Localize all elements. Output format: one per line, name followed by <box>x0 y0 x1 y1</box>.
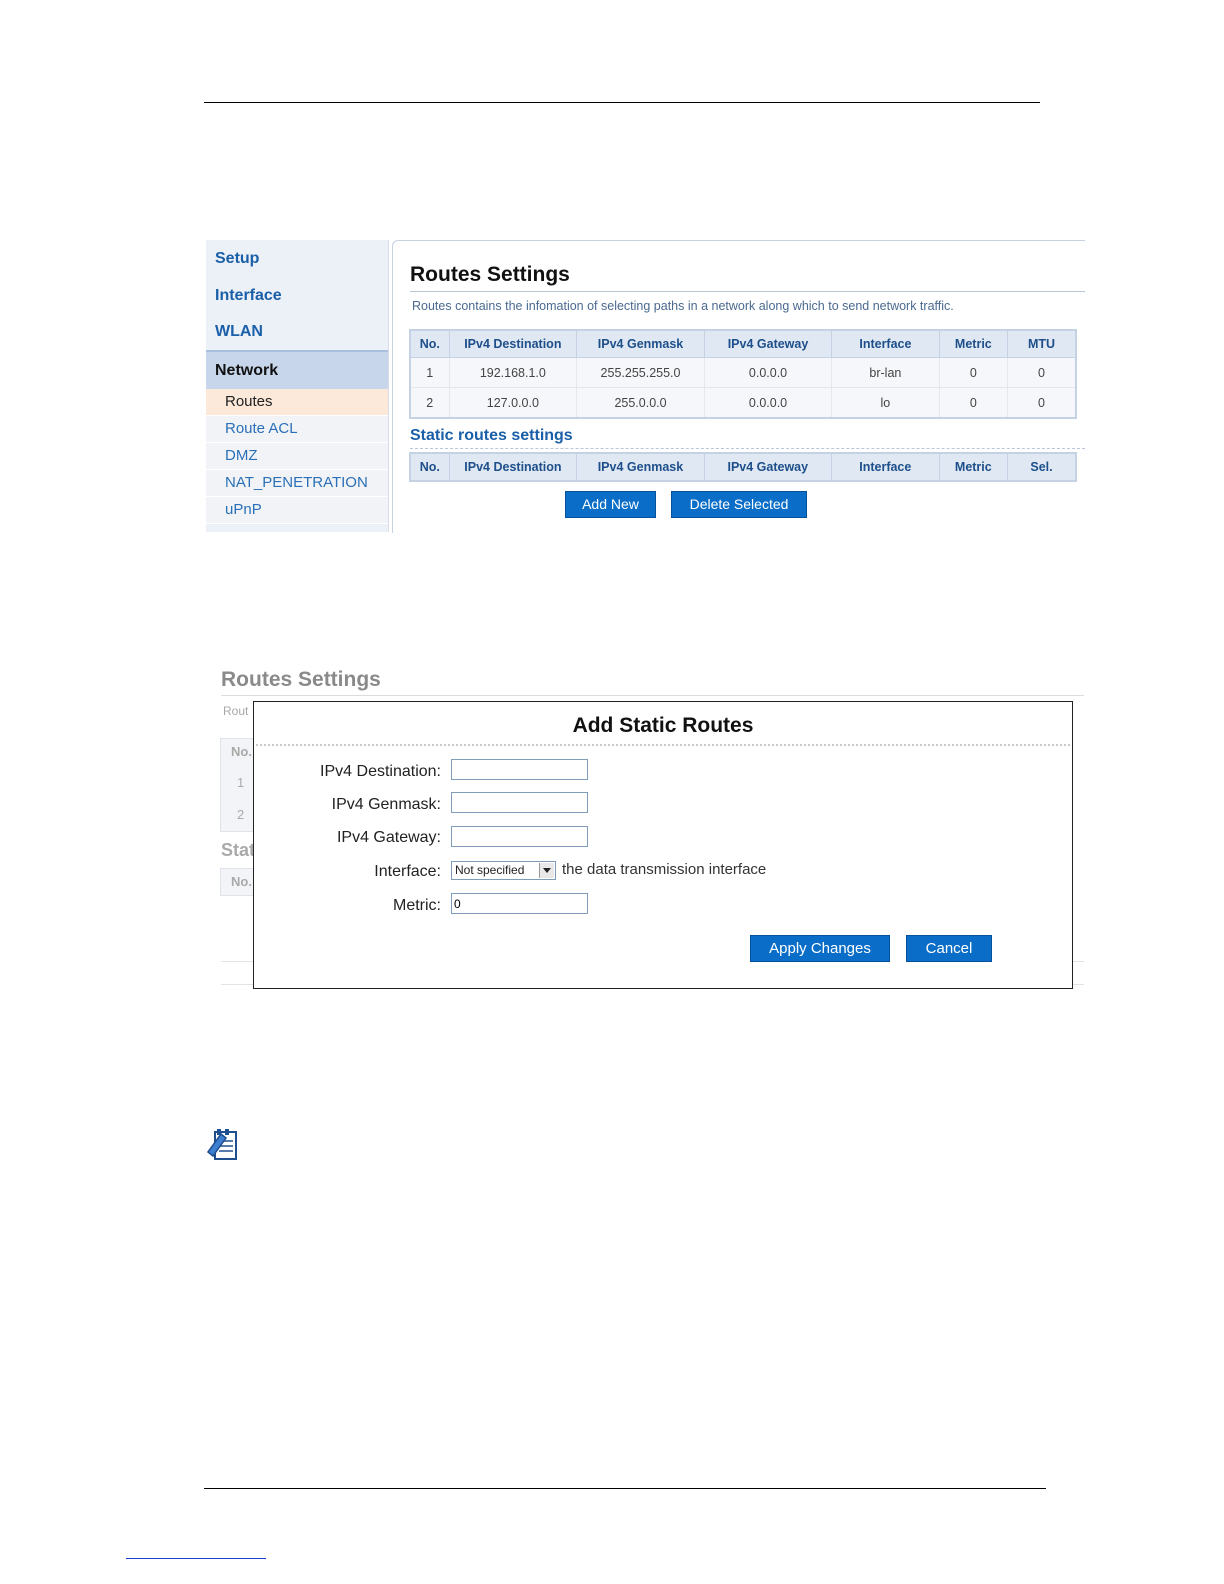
interface-selected-value: Not specified <box>455 863 525 877</box>
sidebar-item-label: Route ACL <box>225 420 298 437</box>
page-title: Routes Settings <box>410 263 570 286</box>
table-cell: 255.255.255.0 <box>576 357 705 388</box>
column-header: IPv4 Destination <box>448 329 578 358</box>
gateway-label: IPv4 Gateway: <box>336 829 441 846</box>
table-cell: 0.0.0.0 <box>704 387 833 419</box>
interface-hint: the data transmission interface <box>562 861 767 878</box>
static-routes-title: Static routes settings <box>410 427 573 444</box>
column-header: IPv4 Gateway <box>703 452 832 482</box>
table-cell: 1 <box>410 357 450 388</box>
column-header: IPv4 Genmask <box>576 452 705 482</box>
table-cell: 127.0.0.0 <box>449 387 578 419</box>
table-row: 1 192.168.1.0 255.255.255.0 0.0.0.0 br-l… <box>410 357 1077 388</box>
page-description: Routes contains the infomation of select… <box>412 299 954 313</box>
metric-input[interactable] <box>451 893 588 914</box>
metric-label: Metric: <box>393 897 441 914</box>
table-cell: 192.168.1.0 <box>449 357 578 388</box>
destination-input[interactable] <box>451 759 588 780</box>
add-static-routes-screenshot: Routes Settings Rout No. 1 2 Stat No. Ad… <box>206 664 1084 990</box>
chevron-down-icon[interactable] <box>539 863 554 878</box>
background-page-title: Routes Settings <box>221 668 381 691</box>
sidebar-item-network[interactable]: Network <box>206 350 388 391</box>
sidebar-item-label: NAT_PENETRATION <box>225 474 368 491</box>
column-header: Metric <box>938 452 1008 482</box>
static-routes-table: No. IPv4 Destination IPv4 Genmask IPv4 G… <box>409 452 1077 482</box>
add-static-routes-dialog: Add Static Routes IPv4 Destination: IPv4… <box>253 701 1073 989</box>
static-divider <box>410 448 1085 449</box>
column-header: MTU <box>1006 329 1077 358</box>
gateway-input[interactable] <box>451 826 588 847</box>
column-header: No. <box>409 452 450 482</box>
footer-link-underline <box>126 1558 266 1559</box>
table-cell: 0.0.0.0 <box>704 357 833 388</box>
sidebar-item-label: Routes <box>225 393 273 410</box>
routes-table: No. IPv4 Destination IPv4 Genmask IPv4 G… <box>409 329 1077 419</box>
interface-label: Interface: <box>374 863 441 880</box>
table-cell: 0 <box>1007 387 1077 419</box>
background-divider <box>221 695 1084 696</box>
column-header: Interface <box>831 329 940 358</box>
sidebar: Setup Interface WLAN Network Routes Rout… <box>206 240 389 532</box>
sidebar-item-label: Network <box>215 362 279 379</box>
genmask-input[interactable] <box>451 792 588 813</box>
dialog-title: Add Static Routes <box>572 714 754 737</box>
sidebar-item-interface[interactable]: Interface <box>215 287 282 305</box>
column-header: IPv4 Genmask <box>576 329 705 358</box>
sidebar-item-label: uPnP <box>225 501 262 518</box>
routes-settings-screenshot: Setup Interface WLAN Network Routes Rout… <box>206 240 1085 533</box>
interface-select[interactable]: Not specified <box>451 861 556 880</box>
title-divider <box>410 291 1085 292</box>
background-row-number: 2 <box>237 807 245 822</box>
add-new-button[interactable]: Add New <box>565 491 656 518</box>
background-table-header: No. <box>231 744 252 759</box>
table-cell: 0 <box>1007 357 1077 388</box>
routes-panel: Routes Settings Routes contains the info… <box>392 240 1085 533</box>
sidebar-item-dmz[interactable]: DMZ <box>206 443 388 470</box>
footer-rule <box>204 1488 1046 1489</box>
sidebar-item-wlan[interactable]: WLAN <box>215 323 263 341</box>
sidebar-item-label: DMZ <box>225 447 258 464</box>
destination-label: IPv4 Destination: <box>320 763 441 780</box>
column-header: Sel. <box>1006 452 1077 482</box>
table-cell: 0 <box>939 387 1008 419</box>
table-cell: 0 <box>939 357 1008 388</box>
table-header-row: No. IPv4 Destination IPv4 Genmask IPv4 G… <box>409 452 1077 482</box>
table-row: 2 127.0.0.0 255.0.0.0 0.0.0.0 lo 0 0 <box>410 387 1077 419</box>
sidebar-item-upnp[interactable]: uPnP <box>206 497 388 524</box>
column-header: Interface <box>830 452 940 482</box>
header-rule <box>204 102 1040 103</box>
apply-changes-button[interactable]: Apply Changes <box>750 935 890 962</box>
background-row-number: 1 <box>237 775 245 790</box>
sidebar-item-setup[interactable]: Setup <box>215 250 259 268</box>
sidebar-item-routes[interactable]: Routes <box>206 389 388 416</box>
sidebar-item-nat-penetration[interactable]: NAT_PENETRATION <box>206 470 388 497</box>
genmask-label: IPv4 Genmask: <box>331 796 441 813</box>
notepad-icon <box>206 1129 237 1160</box>
dialog-divider <box>256 744 1070 746</box>
column-header: IPv4 Destination <box>448 452 578 482</box>
sidebar-item-route-acl[interactable]: Route ACL <box>206 416 388 443</box>
table-header-row: No. IPv4 Destination IPv4 Genmask IPv4 G… <box>409 329 1077 358</box>
column-header: Metric <box>938 329 1008 358</box>
table-cell: br-lan <box>831 357 940 388</box>
table-cell: 255.0.0.0 <box>576 387 705 419</box>
cancel-button[interactable]: Cancel <box>906 935 992 962</box>
table-cell: 2 <box>410 387 450 419</box>
column-header: No. <box>409 329 450 358</box>
column-header: IPv4 Gateway <box>703 329 833 358</box>
table-cell: lo <box>831 387 940 419</box>
background-description: Rout <box>223 704 249 718</box>
background-static-header: No. <box>231 874 252 889</box>
delete-selected-button[interactable]: Delete Selected <box>671 491 807 518</box>
background-static-title: Stat <box>221 840 256 860</box>
